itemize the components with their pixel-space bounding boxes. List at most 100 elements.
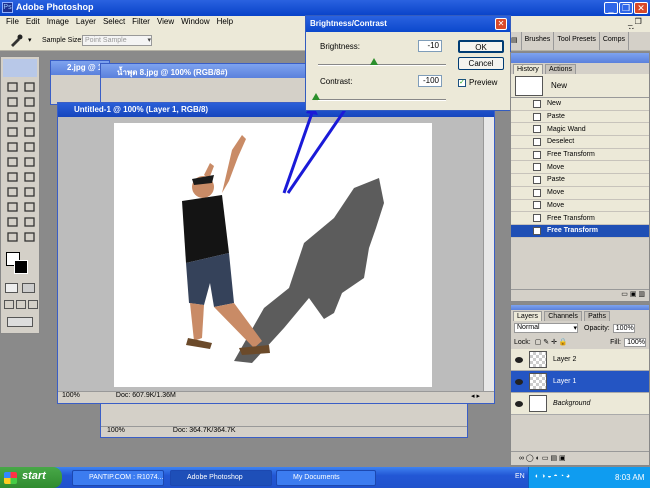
cancel-button[interactable]: Cancel: [458, 57, 504, 70]
chevron-down-icon[interactable]: ▾: [28, 36, 32, 44]
zoom-level[interactable]: 100%: [62, 392, 80, 403]
minimize-button[interactable]: _: [604, 2, 618, 14]
brightness-slider[interactable]: [318, 64, 446, 66]
move-tool-icon[interactable]: [22, 81, 37, 93]
layer-actions-icons[interactable]: ∞ ◯ ◐ ▭ ▤ ▣: [519, 455, 566, 462]
tab-paths[interactable]: Paths: [584, 311, 610, 321]
tray-icons[interactable]: ◐ ◑ ◒ ◓ ◔ ◕: [535, 473, 570, 480]
panel-title-bar[interactable]: [511, 53, 649, 63]
history-item[interactable]: Paste: [511, 110, 649, 124]
contrast-field[interactable]: -100: [418, 75, 442, 87]
dodge-tool-icon[interactable]: [22, 171, 37, 183]
vertical-scrollbar[interactable]: [483, 117, 494, 391]
menu-edit[interactable]: Edit: [23, 16, 44, 29]
tab-tool-presets[interactable]: Tool Presets: [554, 32, 600, 50]
history-item[interactable]: Free Transform: [511, 212, 649, 225]
lasso-tool-icon[interactable]: [5, 96, 20, 108]
quick-mask-icon[interactable]: [22, 283, 35, 293]
scroll-arrow-icon[interactable]: ◂ ▸: [471, 392, 480, 403]
history-item[interactable]: Paste: [511, 174, 649, 187]
marquee-tool-icon[interactable]: [5, 81, 20, 93]
tab-history[interactable]: History: [513, 64, 543, 74]
screen-mode-icon[interactable]: [4, 300, 14, 309]
type-tool-icon[interactable]: [22, 186, 37, 198]
menu-filter[interactable]: Filter: [129, 16, 154, 29]
menu-select[interactable]: Select: [100, 16, 129, 29]
lock-icons[interactable]: ▢ ✎ ✛ 🔒: [535, 338, 568, 346]
doc-size[interactable]: Doc: 364.7K/364.7K: [173, 427, 236, 437]
history-item[interactable]: Deselect: [511, 136, 649, 149]
ok-button[interactable]: OK: [458, 40, 504, 53]
contrast-slider[interactable]: [318, 99, 446, 101]
eye-icon[interactable]: [515, 400, 523, 407]
layer-row[interactable]: Background: [511, 393, 649, 415]
dialog-title-bar[interactable]: Brightness/Contrast: [306, 16, 510, 32]
tab-brushes[interactable]: Brushes: [522, 32, 555, 50]
language-indicator[interactable]: EN: [515, 473, 525, 480]
close-button[interactable]: ✕: [634, 2, 648, 14]
doc-size[interactable]: Doc: 607.9K/1.36M: [116, 392, 176, 403]
task-photoshop[interactable]: Adobe Photoshop: [170, 470, 272, 486]
sample-size-select[interactable]: Point Sample ▾: [82, 35, 152, 46]
history-item[interactable]: New: [511, 98, 649, 111]
restore-button[interactable]: ❐: [619, 2, 633, 14]
opacity-field[interactable]: 100%: [612, 323, 635, 333]
history-snapshot[interactable]: New: [511, 74, 649, 98]
tab-layers[interactable]: Layers: [513, 311, 543, 321]
brush-tool-icon[interactable]: [22, 126, 37, 138]
history-item[interactable]: Magic Wand: [511, 123, 649, 137]
zoom-level[interactable]: 100%: [107, 427, 125, 437]
history-item[interactable]: Free Transform: [511, 148, 649, 162]
brightness-slider-thumb[interactable]: [370, 58, 378, 65]
contrast-slider-thumb[interactable]: [312, 93, 320, 100]
notes-tool-icon[interactable]: [5, 216, 20, 228]
history-item[interactable]: Move: [511, 161, 649, 175]
menu-help[interactable]: Help: [214, 16, 237, 29]
history-item[interactable]: Free Transform: [511, 224, 649, 238]
menu-layer[interactable]: Layer: [73, 16, 100, 29]
eraser-tool-icon[interactable]: [5, 156, 20, 168]
task-my-documents[interactable]: My Documents: [276, 470, 376, 486]
pen-tool-icon[interactable]: [5, 201, 20, 213]
menu-file[interactable]: File: [3, 16, 23, 29]
eye-icon[interactable]: [515, 356, 523, 363]
screen-mode-icon[interactable]: [28, 300, 38, 309]
dialog-close-button[interactable]: ✕: [495, 18, 507, 30]
foreground-color-swatch[interactable]: [14, 260, 28, 274]
eyedropper-icon[interactable]: [8, 33, 26, 47]
crop-tool-icon[interactable]: [5, 111, 20, 123]
menu-image[interactable]: Image: [44, 16, 73, 29]
blend-mode-select[interactable]: Normal ▾: [514, 323, 578, 333]
stamp-tool-icon[interactable]: [5, 141, 20, 153]
doc-window-controls[interactable]: _ ❐ ✕: [628, 17, 648, 35]
brightness-field[interactable]: -10: [418, 40, 442, 52]
eye-icon[interactable]: [515, 378, 523, 385]
standard-mode-icon[interactable]: [5, 283, 18, 293]
blur-tool-icon[interactable]: [5, 171, 20, 183]
tab-comps[interactable]: Comps: [600, 32, 630, 50]
history-item[interactable]: Move: [511, 199, 649, 213]
screen-mode-icon[interactable]: [16, 300, 26, 309]
imageready-icon[interactable]: [7, 317, 33, 327]
shape-tool-icon[interactable]: [22, 201, 37, 213]
fill-field[interactable]: 100%: [624, 337, 646, 347]
hand-tool-icon[interactable]: [5, 231, 20, 243]
gradient-tool-icon[interactable]: [22, 156, 37, 168]
zoom-tool-icon[interactable]: [22, 231, 37, 243]
task-pantip[interactable]: PANTIP.COM : R1074...: [72, 470, 164, 486]
tab-channels[interactable]: Channels: [544, 311, 582, 321]
trash-icon[interactable]: ▭ ▣ ▥: [621, 291, 645, 298]
path-select-tool-icon[interactable]: [5, 186, 20, 198]
menu-window[interactable]: Window: [178, 16, 213, 29]
feather-icon[interactable]: [3, 59, 37, 77]
layer-row[interactable]: Layer 1: [511, 371, 649, 393]
magic-wand-tool-icon[interactable]: [22, 96, 37, 108]
healing-tool-icon[interactable]: [5, 126, 20, 138]
slice-tool-icon[interactable]: [22, 111, 37, 123]
history-brush-tool-icon[interactable]: [22, 141, 37, 153]
history-item[interactable]: Move: [511, 186, 649, 200]
tab-actions[interactable]: Actions: [545, 64, 576, 74]
menu-view[interactable]: View: [154, 16, 178, 29]
layer-row[interactable]: Layer 2: [511, 349, 649, 371]
eyedropper-tool-icon[interactable]: [22, 216, 37, 228]
